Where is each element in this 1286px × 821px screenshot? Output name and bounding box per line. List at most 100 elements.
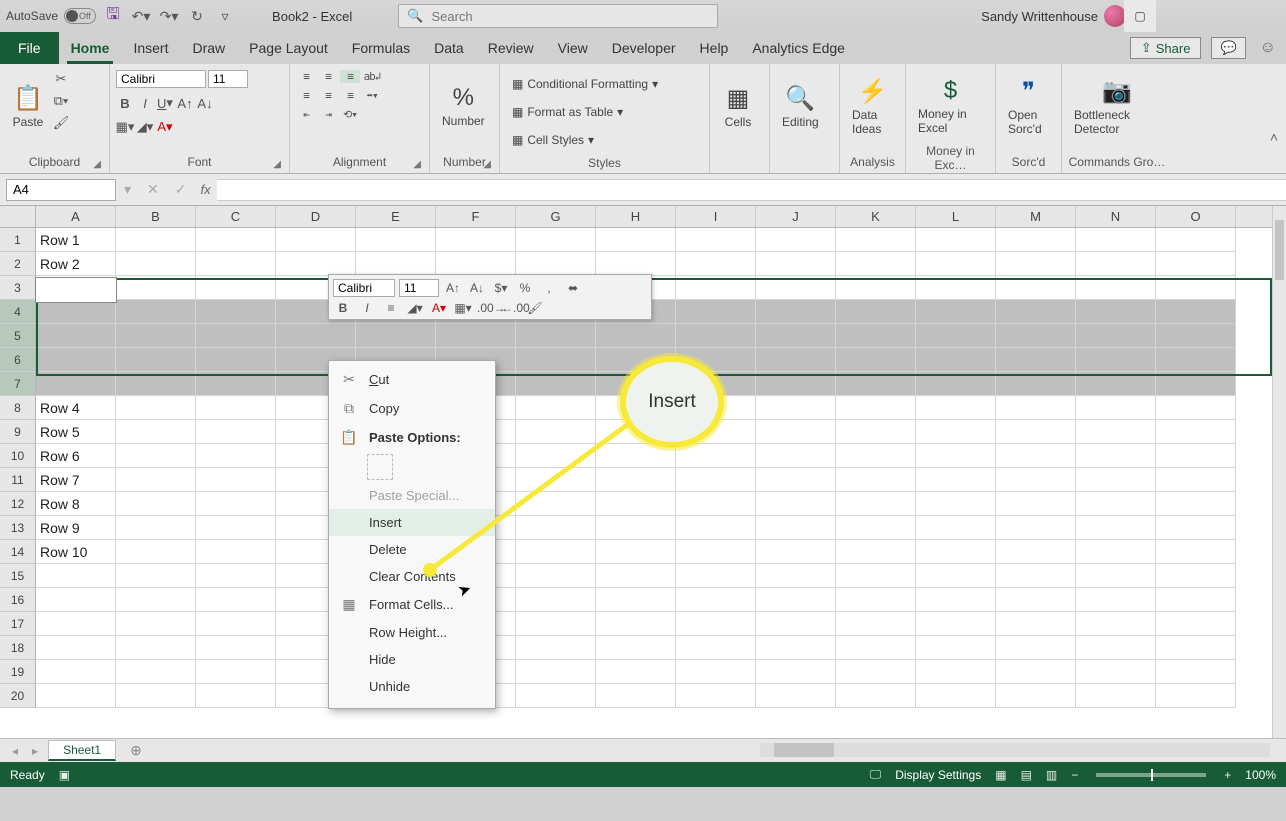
cell[interactable]: Row 2 bbox=[36, 252, 116, 276]
cell[interactable] bbox=[276, 252, 356, 276]
table-row[interactable]: 13Row 9 bbox=[0, 516, 1286, 540]
cell[interactable] bbox=[1076, 636, 1156, 660]
dropdown-icon[interactable]: ▾ bbox=[124, 181, 131, 198]
cell[interactable] bbox=[596, 612, 676, 636]
cell[interactable] bbox=[36, 636, 116, 660]
tab-page-layout[interactable]: Page Layout bbox=[237, 32, 340, 64]
cut-icon[interactable]: ✂ bbox=[52, 70, 70, 88]
cell[interactable]: Row 8 bbox=[36, 492, 116, 516]
mini-font-name[interactable]: Calibri bbox=[333, 279, 395, 297]
cell[interactable] bbox=[116, 588, 196, 612]
cell[interactable] bbox=[996, 492, 1076, 516]
cell[interactable] bbox=[116, 516, 196, 540]
column-header[interactable]: J bbox=[756, 206, 836, 227]
cell[interactable] bbox=[996, 564, 1076, 588]
new-sheet-icon[interactable]: ⊕ bbox=[122, 742, 150, 759]
cell[interactable] bbox=[36, 348, 116, 372]
cell[interactable] bbox=[356, 252, 436, 276]
cell[interactable] bbox=[996, 348, 1076, 372]
cell[interactable] bbox=[756, 468, 836, 492]
cell[interactable]: Row 1 bbox=[36, 228, 116, 252]
cell[interactable] bbox=[756, 444, 836, 468]
cell[interactable] bbox=[836, 684, 916, 708]
row-header[interactable]: 10 bbox=[0, 444, 36, 468]
cell[interactable] bbox=[676, 444, 756, 468]
macro-record-icon[interactable]: ▣ bbox=[59, 768, 70, 782]
cell[interactable] bbox=[596, 564, 676, 588]
column-header[interactable]: K bbox=[836, 206, 916, 227]
cell[interactable] bbox=[916, 396, 996, 420]
column-header[interactable]: L bbox=[916, 206, 996, 227]
cell[interactable] bbox=[756, 684, 836, 708]
cell[interactable] bbox=[196, 468, 276, 492]
underline-icon[interactable]: U▾ bbox=[156, 94, 174, 112]
cell[interactable] bbox=[436, 228, 516, 252]
cell[interactable] bbox=[1156, 348, 1236, 372]
cell[interactable] bbox=[1156, 324, 1236, 348]
cell[interactable] bbox=[996, 612, 1076, 636]
cell[interactable] bbox=[36, 660, 116, 684]
conditional-formatting-button[interactable]: ▦Conditional Formatting▾ bbox=[512, 72, 658, 96]
cell[interactable] bbox=[516, 564, 596, 588]
cell[interactable] bbox=[516, 588, 596, 612]
cell[interactable] bbox=[596, 636, 676, 660]
cell[interactable] bbox=[516, 396, 596, 420]
cell[interactable] bbox=[836, 612, 916, 636]
cell[interactable] bbox=[1076, 468, 1156, 492]
ctx-insert[interactable]: Insert bbox=[329, 509, 495, 536]
cell[interactable] bbox=[836, 564, 916, 588]
cell[interactable] bbox=[676, 564, 756, 588]
cell[interactable]: Row 4 bbox=[36, 396, 116, 420]
cell[interactable] bbox=[1076, 324, 1156, 348]
cell[interactable] bbox=[916, 324, 996, 348]
vertical-scrollbar[interactable] bbox=[1272, 206, 1286, 738]
cell[interactable] bbox=[516, 516, 596, 540]
cell[interactable] bbox=[996, 444, 1076, 468]
cell[interactable] bbox=[36, 300, 116, 324]
cell[interactable] bbox=[916, 588, 996, 612]
cell[interactable] bbox=[996, 300, 1076, 324]
cell[interactable] bbox=[516, 612, 596, 636]
cell[interactable] bbox=[756, 612, 836, 636]
cell[interactable] bbox=[116, 348, 196, 372]
cell[interactable] bbox=[756, 300, 836, 324]
orientation-icon[interactable]: ⟲▾ bbox=[340, 108, 360, 121]
cell[interactable] bbox=[836, 588, 916, 612]
column-header[interactable]: M bbox=[996, 206, 1076, 227]
cell[interactable] bbox=[36, 324, 116, 348]
column-header[interactable]: O bbox=[1156, 206, 1236, 227]
cell[interactable] bbox=[596, 444, 676, 468]
horizontal-scrollbar[interactable] bbox=[760, 743, 1270, 757]
align-top-icon[interactable]: ≡ bbox=[296, 70, 316, 83]
align-right-icon[interactable]: ≡ bbox=[340, 89, 360, 102]
cell[interactable] bbox=[1076, 444, 1156, 468]
column-header[interactable]: D bbox=[276, 206, 356, 227]
align-bottom-icon[interactable]: ≡ bbox=[340, 70, 360, 83]
cell[interactable] bbox=[996, 468, 1076, 492]
cell[interactable] bbox=[596, 252, 676, 276]
cell[interactable] bbox=[196, 516, 276, 540]
cell[interactable] bbox=[756, 420, 836, 444]
tab-analytics-edge[interactable]: Analytics Edge bbox=[740, 32, 857, 64]
row-header[interactable]: 8 bbox=[0, 396, 36, 420]
percent-icon[interactable]: % bbox=[515, 281, 535, 295]
italic-icon[interactable]: I bbox=[357, 301, 377, 315]
cell[interactable] bbox=[196, 396, 276, 420]
cell[interactable] bbox=[1156, 252, 1236, 276]
cell[interactable] bbox=[836, 396, 916, 420]
row-header[interactable]: 12 bbox=[0, 492, 36, 516]
tab-insert[interactable]: Insert bbox=[121, 32, 180, 64]
mini-font-size[interactable]: 11 bbox=[399, 279, 439, 297]
cell[interactable] bbox=[596, 540, 676, 564]
row-header[interactable]: 3 bbox=[0, 276, 36, 300]
column-header[interactable]: G bbox=[516, 206, 596, 227]
cell[interactable] bbox=[596, 660, 676, 684]
merge-icon[interactable]: ⬌ bbox=[563, 281, 583, 295]
cell[interactable] bbox=[116, 444, 196, 468]
cell[interactable] bbox=[756, 228, 836, 252]
table-row[interactable]: 2Row 2 bbox=[0, 252, 1286, 276]
table-row[interactable]: 11Row 7 bbox=[0, 468, 1286, 492]
cell[interactable] bbox=[196, 348, 276, 372]
cell[interactable] bbox=[836, 468, 916, 492]
tab-view[interactable]: View bbox=[546, 32, 600, 64]
